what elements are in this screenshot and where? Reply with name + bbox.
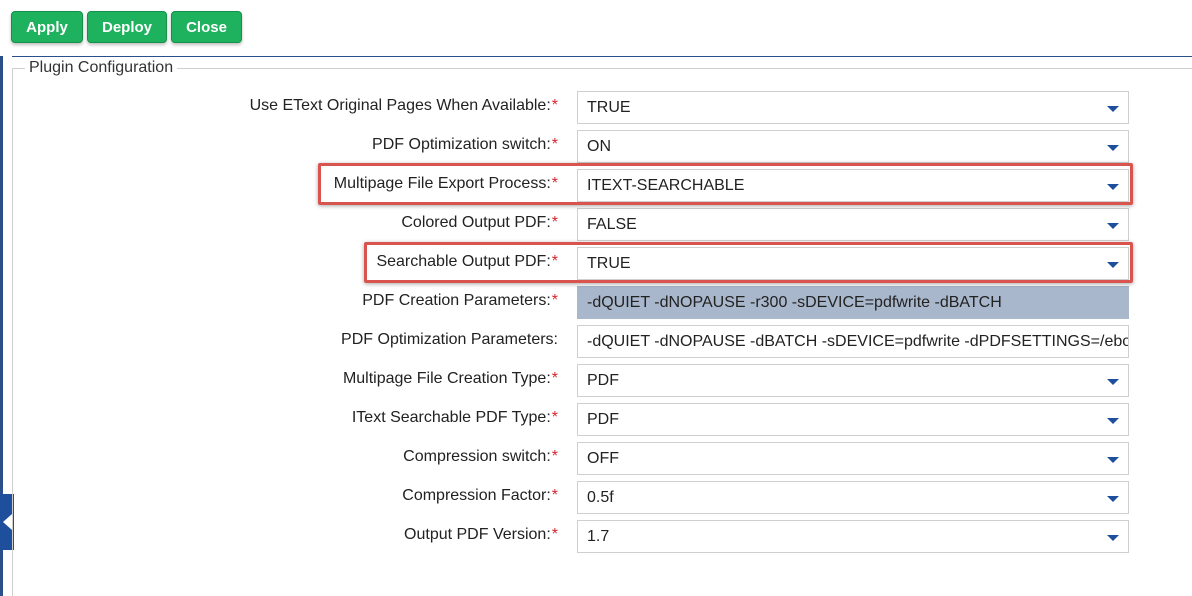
form-row: Searchable Output PDF:* TRUE bbox=[0, 247, 1192, 283]
chevron-down-icon bbox=[1107, 535, 1119, 541]
chevron-down-icon bbox=[1107, 184, 1119, 190]
section-legend: Plugin Configuration bbox=[25, 59, 178, 77]
form-row: Multipage File Creation Type:* PDF bbox=[0, 364, 1192, 400]
field-label: PDF Creation Parameters:* bbox=[362, 292, 558, 309]
form-row: Output PDF Version:* 1.7 bbox=[0, 520, 1192, 556]
deploy-button[interactable]: Deploy bbox=[87, 11, 167, 43]
form-row: Compression switch:* OFF bbox=[0, 442, 1192, 478]
chevron-down-icon bbox=[1107, 457, 1119, 463]
multipage-file-export-process-select[interactable]: ITEXT-SEARCHABLE bbox=[577, 169, 1129, 202]
toolbar-divider bbox=[12, 56, 1192, 57]
form-row: PDF Creation Parameters:* -dQUIET -dNOPA… bbox=[0, 286, 1192, 322]
chevron-down-icon bbox=[1107, 145, 1119, 151]
searchable-output-pdf-select[interactable]: TRUE bbox=[577, 247, 1129, 280]
use-etext-original-pages-select[interactable]: TRUE bbox=[577, 91, 1129, 124]
compression-factor-select[interactable]: 0.5f bbox=[577, 481, 1129, 514]
output-pdf-version-select[interactable]: 1.7 bbox=[577, 520, 1129, 553]
field-label: Output PDF Version:* bbox=[404, 526, 558, 543]
field-label: Multipage File Export Process:* bbox=[333, 175, 558, 192]
form-row: Use EText Original Pages When Available:… bbox=[0, 91, 1192, 127]
form-row: Colored Output PDF:* FALSE bbox=[0, 208, 1192, 244]
chevron-down-icon bbox=[1107, 418, 1119, 424]
field-label: Use EText Original Pages When Available:… bbox=[249, 97, 558, 114]
field-label: IText Searchable PDF Type:* bbox=[351, 409, 558, 426]
chevron-down-icon bbox=[1107, 106, 1119, 112]
chevron-down-icon bbox=[1107, 379, 1119, 385]
close-button[interactable]: Close bbox=[171, 11, 242, 43]
apply-button[interactable]: Apply bbox=[11, 11, 83, 43]
pdf-optimization-parameters-input[interactable]: -dQUIET -dNOPAUSE -dBATCH -sDEVICE=pdfwr… bbox=[577, 325, 1129, 358]
chevron-down-icon bbox=[1107, 223, 1119, 229]
field-label: Compression switch:* bbox=[403, 448, 558, 465]
field-label: Colored Output PDF:* bbox=[401, 214, 558, 231]
pdf-creation-parameters-field[interactable]: -dQUIET -dNOPAUSE -r300 -sDEVICE=pdfwrit… bbox=[577, 286, 1129, 319]
toolbar: Apply Deploy Close bbox=[0, 0, 1192, 56]
compression-switch-select[interactable]: OFF bbox=[577, 442, 1129, 475]
field-label: Compression Factor:* bbox=[402, 487, 558, 504]
field-label: PDF Optimization Parameters: bbox=[341, 331, 558, 348]
itext-searchable-pdf-type-select[interactable]: PDF bbox=[577, 403, 1129, 436]
colored-output-pdf-select[interactable]: FALSE bbox=[577, 208, 1129, 241]
form-row: PDF Optimization Parameters: -dQUIET -dN… bbox=[0, 325, 1192, 361]
field-label: PDF Optimization switch:* bbox=[372, 136, 558, 153]
form-row: PDF Optimization switch:* ON bbox=[0, 130, 1192, 166]
form-row: IText Searchable PDF Type:* PDF bbox=[0, 403, 1192, 439]
form-row: Compression Factor:* 0.5f bbox=[0, 481, 1192, 517]
form-row: Multipage File Export Process:* ITEXT-SE… bbox=[0, 169, 1192, 205]
pdf-optimization-switch-select[interactable]: ON bbox=[577, 130, 1129, 163]
multipage-file-creation-type-select[interactable]: PDF bbox=[577, 364, 1129, 397]
chevron-down-icon bbox=[1107, 496, 1119, 502]
field-label: Searchable Output PDF:* bbox=[376, 253, 558, 270]
field-label: Multipage File Creation Type:* bbox=[342, 370, 558, 387]
chevron-down-icon bbox=[1107, 262, 1119, 268]
